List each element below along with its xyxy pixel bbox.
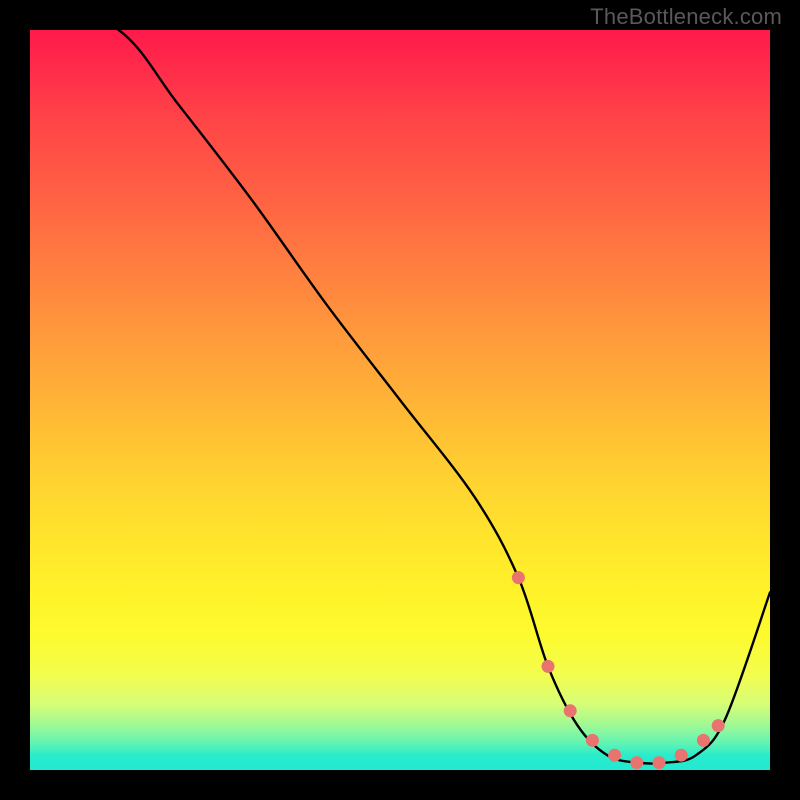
marker-point [512, 571, 525, 584]
chart-svg [30, 30, 770, 770]
marker-point [697, 734, 710, 747]
chart-plot-area [30, 30, 770, 770]
marker-point [675, 749, 688, 762]
bottleneck-curve-line [30, 0, 770, 764]
marker-point [712, 719, 725, 732]
watermark-text: TheBottleneck.com [590, 4, 782, 30]
marker-point [542, 660, 555, 673]
marker-point [564, 704, 577, 717]
marker-point [653, 756, 666, 769]
marker-point [630, 756, 643, 769]
marker-point [608, 749, 621, 762]
marker-point [586, 734, 599, 747]
highlight-markers [512, 571, 725, 769]
